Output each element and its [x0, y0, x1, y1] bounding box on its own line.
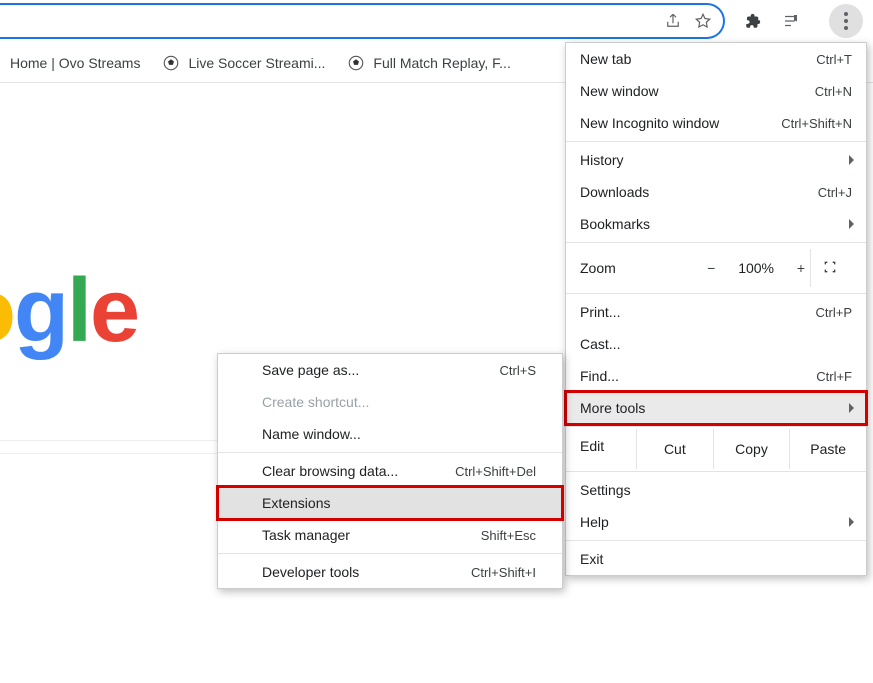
- menu-item-shortcut: Ctrl+Shift+Del: [455, 464, 536, 479]
- google-logo: Google: [0, 260, 138, 363]
- edit-cut-button[interactable]: Cut: [636, 429, 713, 469]
- menu-item-shortcut: Ctrl+Shift+I: [471, 565, 536, 580]
- menu-item-label: Cast...: [580, 336, 620, 352]
- menu-item-shortcut: Ctrl+P: [816, 305, 852, 320]
- more-tools-submenu: Save page as... Ctrl+S Create shortcut..…: [217, 353, 563, 589]
- menu-item-history[interactable]: History: [566, 144, 866, 176]
- menu-item-bookmarks[interactable]: Bookmarks: [566, 208, 866, 240]
- star-icon[interactable]: [693, 11, 713, 31]
- edit-label: Edit: [566, 429, 636, 469]
- zoom-out-button[interactable]: −: [702, 260, 720, 276]
- zoom-in-button[interactable]: +: [792, 260, 810, 276]
- bookmark-label: Live Soccer Streami...: [188, 55, 325, 71]
- submenu-create-shortcut: Create shortcut...: [218, 386, 562, 418]
- menu-item-exit[interactable]: Exit: [566, 543, 866, 575]
- menu-item-new-window[interactable]: New window Ctrl+N: [566, 75, 866, 107]
- zoom-value: 100%: [738, 260, 774, 276]
- menu-item-print[interactable]: Print... Ctrl+P: [566, 296, 866, 328]
- menu-item-label: Find...: [580, 368, 619, 384]
- reading-list-icon[interactable]: [781, 11, 801, 31]
- toolbar-row: [0, 0, 873, 42]
- menu-separator: [566, 141, 866, 142]
- menu-item-label: Create shortcut...: [262, 394, 369, 410]
- bookmark-label: Home | Ovo Streams: [10, 55, 140, 71]
- submenu-developer-tools[interactable]: Developer tools Ctrl+Shift+I: [218, 556, 562, 588]
- toolbar-right-icons: [725, 3, 819, 39]
- edit-paste-button[interactable]: Paste: [789, 429, 866, 469]
- bookmark-item[interactable]: Live Soccer Streami...: [162, 54, 325, 72]
- menu-separator: [566, 242, 866, 243]
- extensions-puzzle-icon[interactable]: [743, 11, 763, 31]
- chevron-right-icon: [849, 155, 854, 165]
- menu-item-label: New Incognito window: [580, 115, 719, 131]
- submenu-clear-browsing-data[interactable]: Clear browsing data... Ctrl+Shift+Del: [218, 455, 562, 487]
- menu-item-label: Settings: [580, 482, 631, 498]
- menu-item-shortcut: Ctrl+F: [816, 369, 852, 384]
- menu-separator: [566, 293, 866, 294]
- menu-item-label: Developer tools: [262, 564, 359, 580]
- fullscreen-icon[interactable]: [822, 259, 846, 278]
- bookmark-item[interactable]: Full Match Replay, F...: [347, 54, 510, 72]
- chevron-right-icon: [849, 219, 854, 229]
- menu-item-shortcut: Ctrl+T: [816, 52, 852, 67]
- menu-item-label: New tab: [580, 51, 631, 67]
- submenu-task-manager[interactable]: Task manager Shift+Esc: [218, 519, 562, 551]
- menu-item-label: History: [580, 152, 624, 168]
- menu-item-label: Clear browsing data...: [262, 463, 398, 479]
- menu-item-incognito[interactable]: New Incognito window Ctrl+Shift+N: [566, 107, 866, 139]
- menu-separator: [218, 452, 562, 453]
- zoom-label: Zoom: [580, 260, 702, 276]
- menu-item-shortcut: Ctrl+S: [500, 363, 536, 378]
- kebab-menu-icon[interactable]: [829, 4, 863, 38]
- menu-item-label: Task manager: [262, 527, 350, 543]
- menu-item-label: Extensions: [262, 495, 330, 511]
- menu-item-label: Help: [580, 514, 609, 530]
- chevron-right-icon: [849, 403, 854, 413]
- menu-item-shortcut: Ctrl+N: [815, 84, 852, 99]
- menu-separator: [566, 426, 866, 427]
- menu-item-cast[interactable]: Cast...: [566, 328, 866, 360]
- edit-copy-button[interactable]: Copy: [713, 429, 790, 469]
- browser-main-menu: New tab Ctrl+T New window Ctrl+N New Inc…: [565, 42, 867, 576]
- menu-item-label: New window: [580, 83, 659, 99]
- chevron-right-icon: [849, 517, 854, 527]
- menu-item-downloads[interactable]: Downloads Ctrl+J: [566, 176, 866, 208]
- menu-item-label: Print...: [580, 304, 620, 320]
- menu-item-label: More tools: [580, 400, 645, 416]
- submenu-save-page[interactable]: Save page as... Ctrl+S: [218, 354, 562, 386]
- menu-item-label: Downloads: [580, 184, 649, 200]
- menu-item-label: Save page as...: [262, 362, 359, 378]
- soccer-icon: [162, 54, 180, 72]
- menu-item-shortcut: Ctrl+Shift+N: [781, 116, 852, 131]
- menu-separator: [218, 553, 562, 554]
- menu-item-more-tools[interactable]: More tools: [566, 392, 866, 424]
- bookmark-item[interactable]: Home | Ovo Streams: [10, 55, 140, 71]
- menu-item-label: Exit: [580, 551, 603, 567]
- menu-item-label: Bookmarks: [580, 216, 650, 232]
- menu-item-help[interactable]: Help: [566, 506, 866, 538]
- menu-item-zoom: Zoom − 100% +: [566, 245, 866, 291]
- share-icon[interactable]: [663, 11, 683, 31]
- address-bar[interactable]: [0, 3, 725, 39]
- menu-separator: [566, 540, 866, 541]
- menu-separator: [566, 471, 866, 472]
- menu-item-shortcut: Ctrl+J: [818, 185, 852, 200]
- menu-item-find[interactable]: Find... Ctrl+F: [566, 360, 866, 392]
- menu-item-edit-row: Edit Cut Copy Paste: [566, 429, 866, 469]
- menu-item-label: Name window...: [262, 426, 361, 442]
- menu-item-new-tab[interactable]: New tab Ctrl+T: [566, 43, 866, 75]
- menu-item-settings[interactable]: Settings: [566, 474, 866, 506]
- soccer-icon: [347, 54, 365, 72]
- bookmark-label: Full Match Replay, F...: [373, 55, 510, 71]
- menu-item-shortcut: Shift+Esc: [481, 528, 536, 543]
- submenu-extensions[interactable]: Extensions: [218, 487, 562, 519]
- submenu-name-window[interactable]: Name window...: [218, 418, 562, 450]
